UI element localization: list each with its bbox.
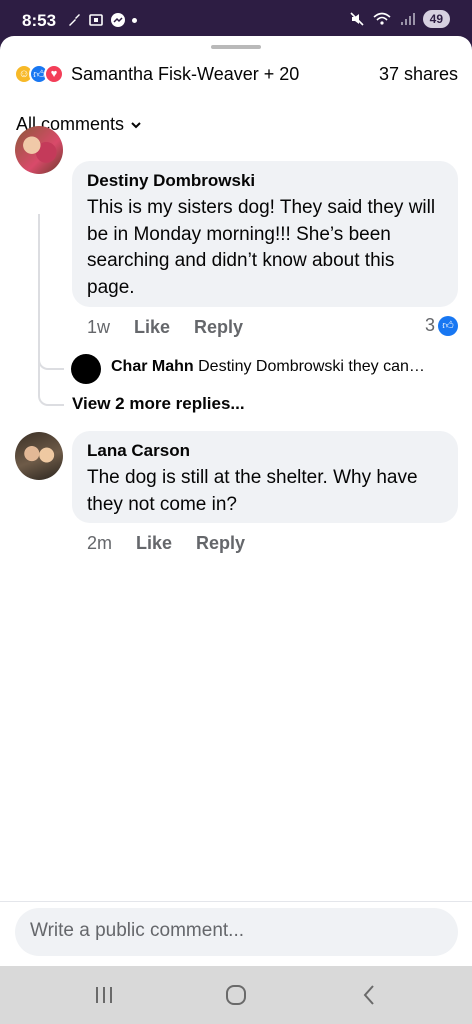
recent-apps-button[interactable] bbox=[89, 982, 119, 1008]
love-icon: ♥ bbox=[44, 64, 64, 84]
back-icon bbox=[363, 985, 374, 1005]
reply-preview[interactable]: Char Mahn Destiny Dombrowski they can… bbox=[111, 358, 457, 376]
back-button[interactable] bbox=[354, 982, 384, 1008]
reply-text: Destiny Dombrowski they can… bbox=[198, 358, 425, 375]
battery-icon: 49 bbox=[422, 10, 450, 28]
comment-bubble[interactable]: Lana Carson The dog is still at the shel… bbox=[72, 431, 458, 523]
comment-actions: 1w Like Reply bbox=[87, 317, 267, 338]
comment-time: 2m bbox=[87, 533, 113, 553]
like-button[interactable]: Like bbox=[134, 317, 170, 338]
comment-actions: 2m Like Reply bbox=[87, 533, 269, 554]
thread-connector bbox=[38, 214, 40, 364]
shares-count[interactable]: 37 shares bbox=[379, 64, 458, 85]
messenger-icon bbox=[111, 13, 125, 27]
chevron-down-icon bbox=[131, 121, 141, 128]
screenshot-icon bbox=[89, 14, 103, 26]
wrench-icon bbox=[69, 14, 80, 26]
view-more-replies-button[interactable]: View 2 more replies... bbox=[72, 394, 245, 414]
reply-button[interactable]: Reply bbox=[196, 533, 245, 554]
avatar[interactable] bbox=[15, 126, 63, 174]
reactions-summary[interactable]: ☺ 👍︎ ♥ Samantha Fisk-Weaver + 20 37 shar… bbox=[14, 62, 458, 86]
status-system-icons: 49 bbox=[349, 10, 450, 28]
comment-input[interactable]: Write a public comment... bbox=[15, 908, 458, 956]
reaction-names[interactable]: Samantha Fisk-Weaver + 20 bbox=[71, 64, 299, 85]
status-time: 8:53 bbox=[22, 11, 57, 30]
comment-reaction-count[interactable]: 3 👍︎ bbox=[425, 315, 458, 336]
home-button[interactable] bbox=[221, 982, 251, 1008]
comment-author[interactable]: Destiny Dombrowski bbox=[87, 171, 443, 191]
notification-dot-icon bbox=[132, 17, 137, 23]
signal-icon bbox=[400, 13, 415, 25]
comment-text: The dog is still at the shelter. Why hav… bbox=[87, 467, 418, 515]
avatar[interactable] bbox=[15, 432, 63, 480]
reaction-icons: ☺ 👍︎ ♥ bbox=[14, 64, 64, 84]
like-button[interactable]: Like bbox=[136, 533, 172, 554]
home-icon bbox=[226, 985, 246, 1005]
comment-bubble[interactable]: Destiny Dombrowski This is my sisters do… bbox=[72, 161, 458, 307]
status-bar: 8:53 49 bbox=[0, 0, 472, 40]
reaction-count-value: 3 bbox=[424, 315, 435, 335]
like-icon: 👍︎ bbox=[438, 315, 458, 336]
more-replies-elbow bbox=[38, 364, 64, 406]
mute-icon bbox=[350, 12, 364, 26]
status-notification-icons bbox=[66, 12, 137, 28]
comment-author[interactable]: Lana Carson bbox=[87, 441, 443, 461]
drag-handle[interactable] bbox=[211, 45, 261, 49]
wifi-icon bbox=[373, 12, 391, 25]
avatar[interactable] bbox=[71, 354, 101, 384]
comment-time: 1w bbox=[87, 317, 111, 337]
system-nav-bar bbox=[0, 966, 472, 1024]
reply-author: Char Mahn bbox=[111, 358, 194, 375]
reply-button[interactable]: Reply bbox=[194, 317, 243, 338]
comment-text: This is my sisters dog! They said they w… bbox=[87, 197, 436, 298]
recent-apps-icon bbox=[96, 987, 112, 1003]
composer-divider bbox=[0, 901, 472, 902]
